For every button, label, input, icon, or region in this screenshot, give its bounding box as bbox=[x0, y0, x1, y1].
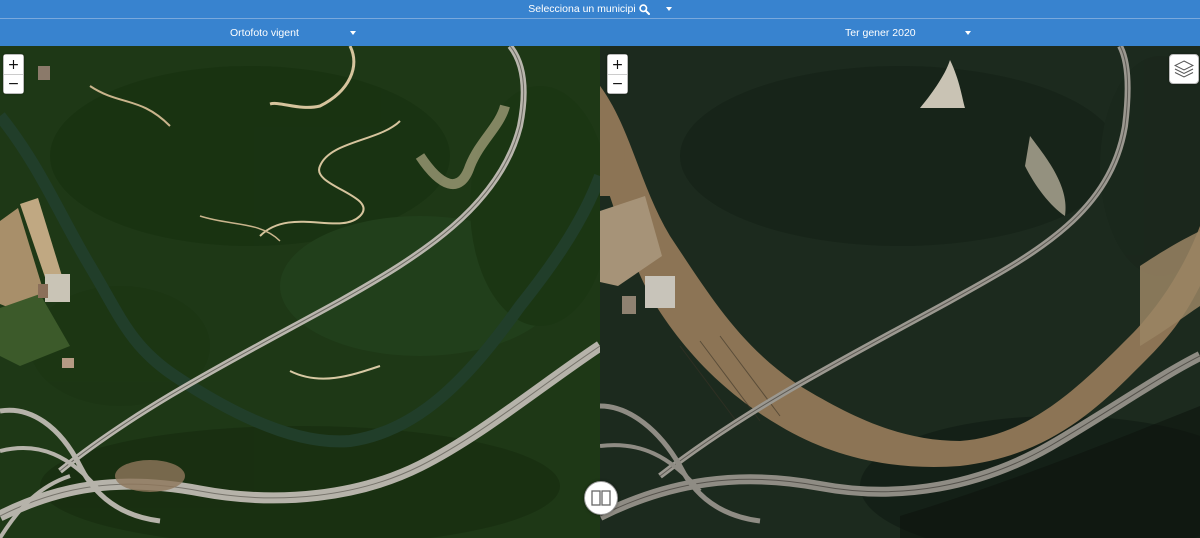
compare-split-button[interactable] bbox=[584, 481, 618, 515]
header-divider bbox=[0, 18, 1200, 19]
search-icon[interactable] bbox=[639, 3, 650, 15]
municipality-selector-label: Selecciona un municipi bbox=[528, 3, 636, 15]
orthophoto-flood bbox=[600, 46, 1200, 538]
orthophoto-current bbox=[0, 46, 600, 538]
chevron-down-icon bbox=[350, 30, 356, 35]
chevron-down-icon bbox=[965, 30, 971, 35]
zoom-in-button[interactable]: + bbox=[4, 55, 23, 74]
layers-icon bbox=[1174, 60, 1194, 78]
zoom-in-button[interactable]: + bbox=[608, 55, 627, 74]
layers-button[interactable] bbox=[1169, 54, 1199, 84]
left-layer-label: Ortofoto vigent bbox=[230, 26, 299, 39]
left-zoom-control: + − bbox=[3, 54, 24, 94]
zoom-out-button[interactable]: − bbox=[4, 74, 23, 93]
chevron-down-icon[interactable] bbox=[665, 7, 672, 11]
right-zoom-control: + − bbox=[607, 54, 628, 94]
left-layer-selector[interactable]: Ortofoto vigent bbox=[230, 19, 356, 46]
municipality-selector-row: Selecciona un municipi bbox=[0, 0, 1200, 18]
left-map-pane[interactable] bbox=[0, 46, 600, 538]
top-toolbar: Selecciona un municipi Ortofoto vigent T… bbox=[0, 0, 1200, 46]
municipality-selector[interactable]: Selecciona un municipi bbox=[528, 3, 672, 15]
right-map-pane[interactable] bbox=[600, 46, 1200, 538]
compare-split-icon bbox=[591, 490, 611, 506]
right-layer-label: Ter gener 2020 bbox=[845, 26, 916, 39]
right-layer-selector[interactable]: Ter gener 2020 bbox=[845, 19, 971, 46]
zoom-out-button[interactable]: − bbox=[608, 74, 627, 93]
